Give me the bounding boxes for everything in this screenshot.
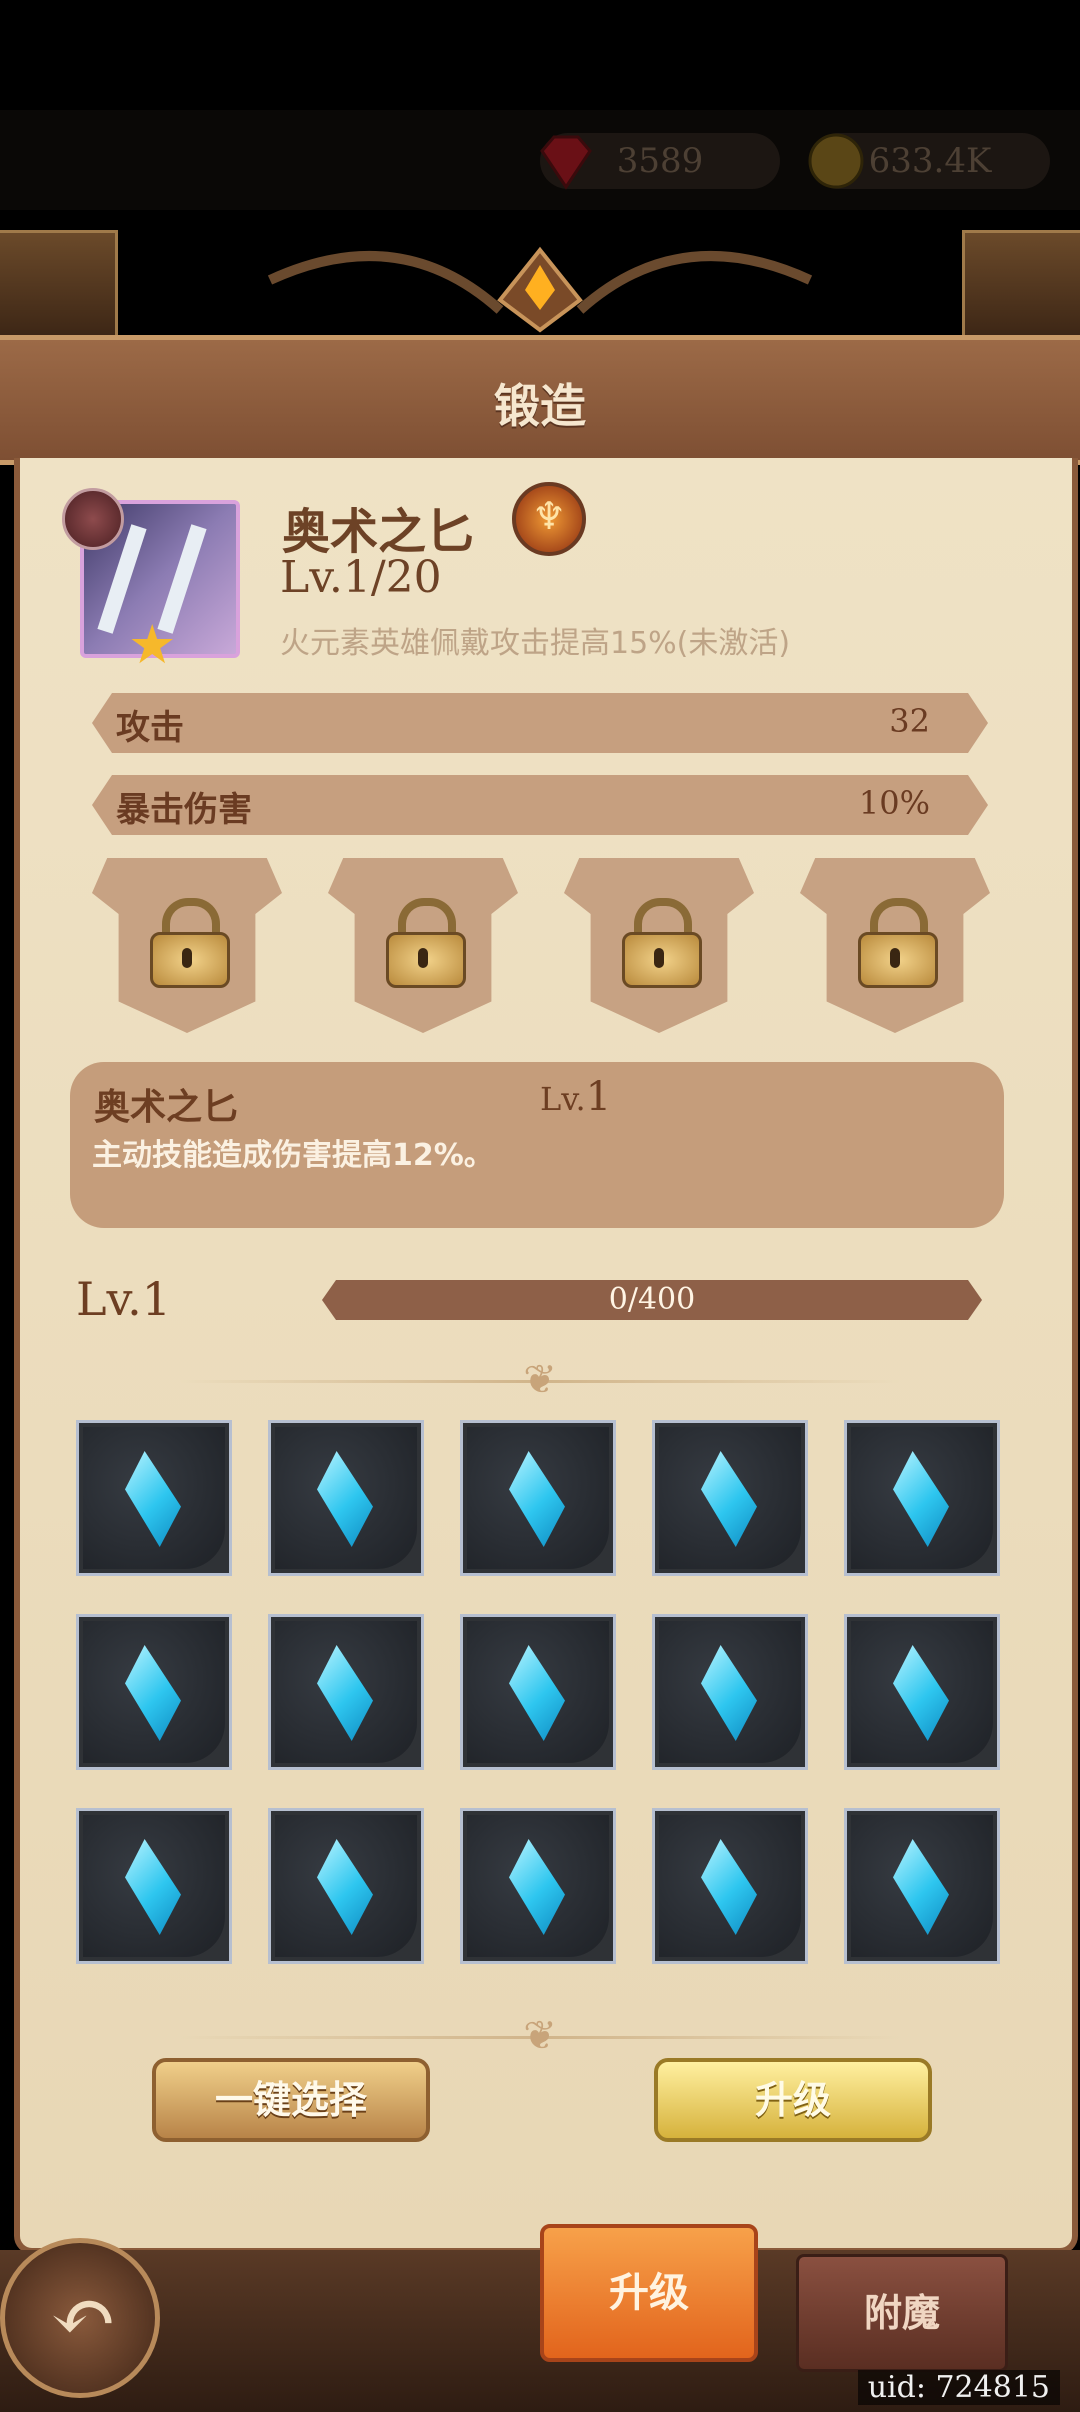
coin-counter[interactable]: 633.4K — [808, 133, 1050, 189]
stat-label: 攻击 — [116, 708, 184, 748]
gem-count: 3589 — [616, 141, 704, 181]
material-slot[interactable] — [460, 1420, 616, 1576]
material-slot[interactable] — [76, 1808, 232, 1964]
tab-upgrade[interactable]: 升级 — [540, 2224, 758, 2362]
gem-counter[interactable]: 3589 — [540, 133, 780, 190]
material-slot[interactable] — [844, 1614, 1000, 1770]
skill-description: 主动技能造成伤害提高12%。 — [92, 1138, 494, 1173]
material-slot[interactable] — [652, 1614, 808, 1770]
material-slot[interactable] — [844, 1420, 1000, 1576]
material-slot[interactable] — [76, 1420, 232, 1576]
material-slot[interactable] — [268, 1614, 424, 1770]
material-slot[interactable] — [652, 1420, 808, 1576]
material-slot[interactable] — [652, 1808, 808, 1964]
header-ornament — [267, 246, 813, 333]
skill-level: Lv.1 — [540, 1074, 612, 1120]
item-level: Lv.1/20 — [280, 552, 442, 603]
material-slot[interactable] — [268, 1808, 424, 1964]
lock-icon — [858, 898, 938, 988]
quick-select-button[interactable]: 一键选择 — [152, 2058, 430, 2142]
uid-label: uid: 724815 — [857, 2370, 1060, 2405]
stat-label: 暴击伤害 — [116, 790, 252, 830]
flourish-ornament: ❦ — [523, 2013, 557, 2059]
material-slot[interactable] — [76, 1614, 232, 1770]
item-bonus-text: 火元素英雄佩戴攻击提高15%(未激活) — [280, 626, 791, 661]
stat-value: 32 — [889, 702, 930, 740]
coin-count: 633.4K — [868, 141, 992, 181]
material-grid — [76, 1420, 1002, 1965]
material-slot[interactable] — [460, 1808, 616, 1964]
stat-value: 10% — [858, 784, 930, 822]
material-slot[interactable] — [844, 1808, 1000, 1964]
coin-icon — [804, 129, 868, 193]
exp-progress-text: 0/400 — [608, 1282, 696, 1317]
material-slot[interactable] — [460, 1614, 616, 1770]
gem-icon — [534, 129, 598, 193]
flourish-ornament: ❦ — [523, 1357, 557, 1403]
lock-icon — [150, 898, 230, 988]
skill-name: 奥术之匕 — [94, 1087, 239, 1128]
page-title: 锻造 — [494, 379, 586, 433]
lock-icon — [386, 898, 466, 988]
upgrade-button[interactable]: 升级 — [654, 2058, 932, 2142]
star-icon: ★ — [128, 613, 177, 676]
rarity-badge — [62, 488, 124, 550]
material-slot[interactable] — [268, 1420, 424, 1576]
back-arrow-icon: ↶ — [50, 2270, 118, 2363]
element-fire-icon[interactable]: ♆ — [512, 482, 586, 556]
lock-icon — [622, 898, 702, 988]
current-level: Lv.1 — [76, 1272, 171, 1326]
tab-enchant[interactable]: 附魔 — [796, 2254, 1008, 2372]
